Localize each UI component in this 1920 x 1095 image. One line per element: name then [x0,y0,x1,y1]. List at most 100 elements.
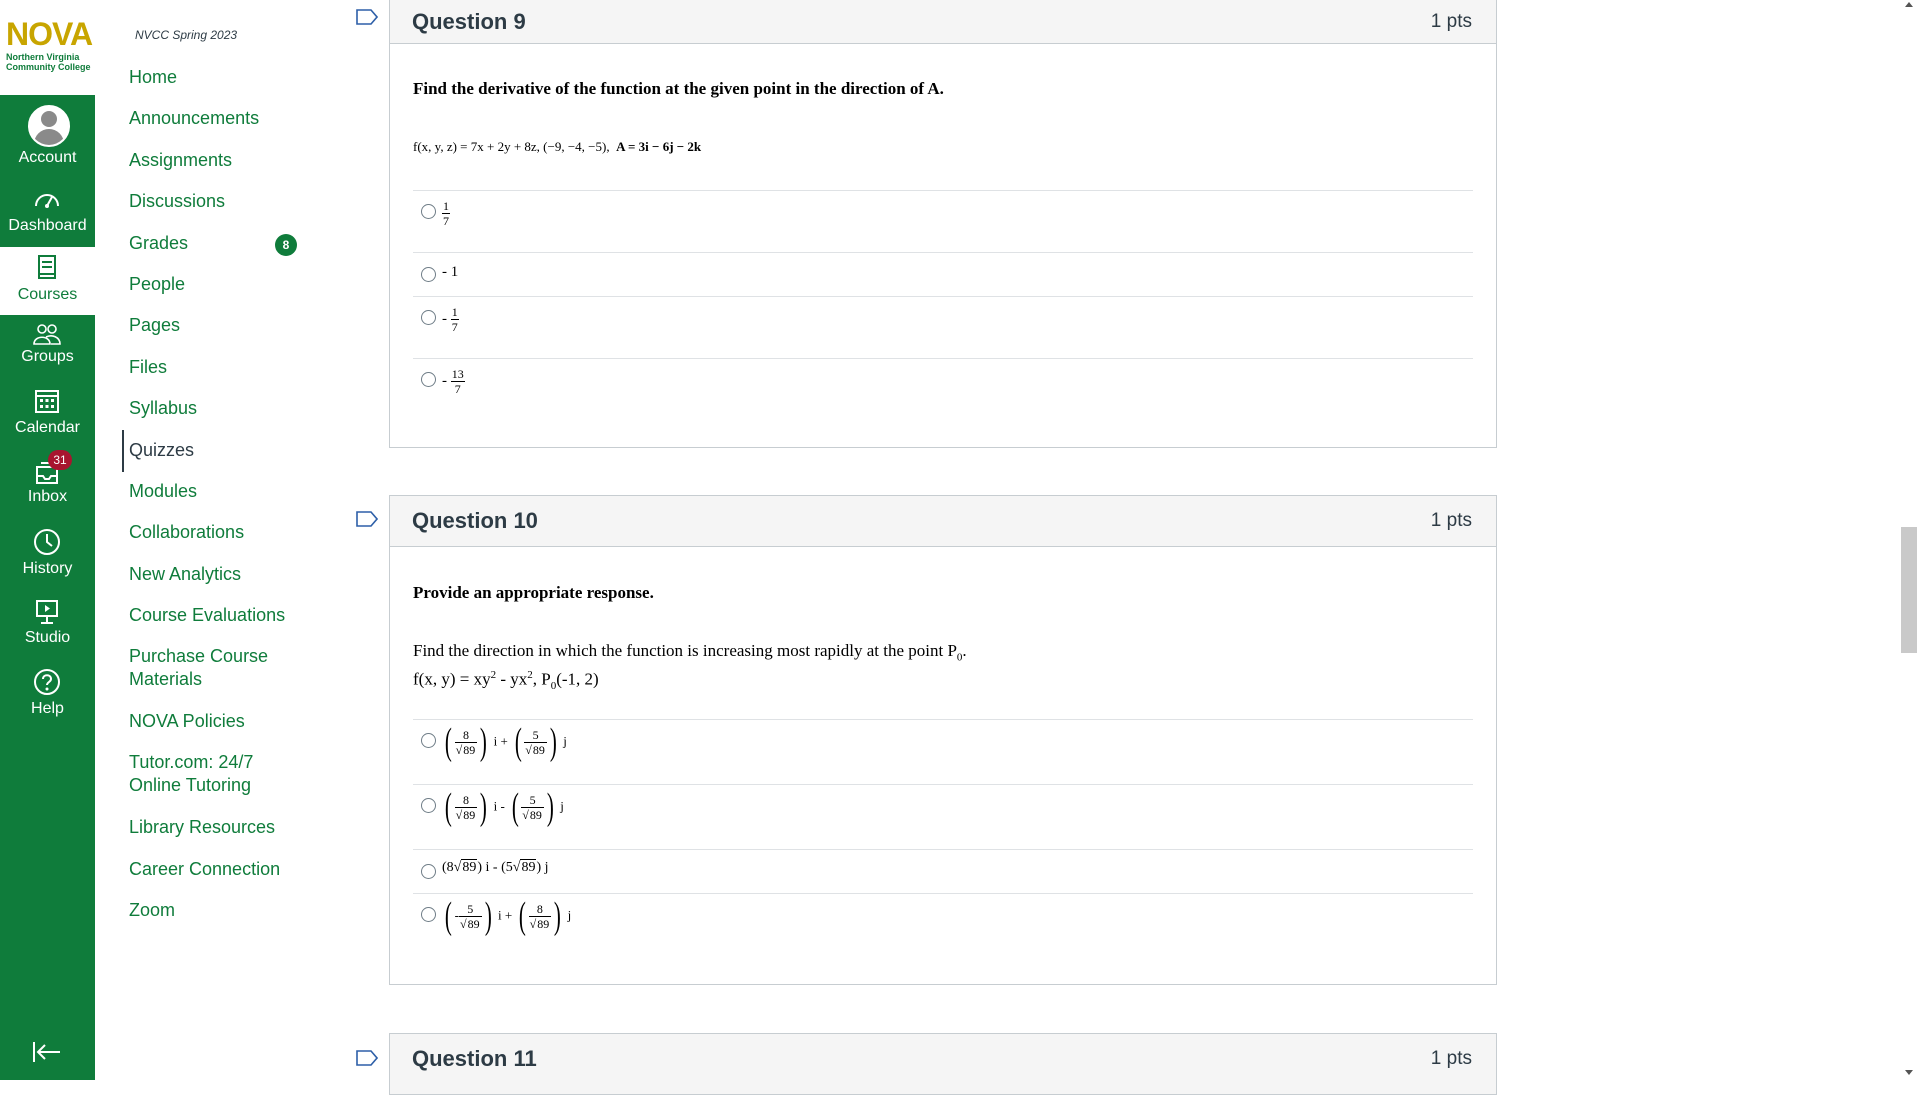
unit-vector: j [560,798,564,814]
fraction-numerator: 5 [521,793,544,808]
answer-label: (8√89) i - (5√89) j [442,859,549,875]
grades-badge: 8 [275,234,297,256]
global-nav-studio[interactable]: Studio [0,595,95,665]
course-nav-nova-policies[interactable]: NOVA Policies [129,710,245,733]
answer-sign: - [442,372,451,389]
course-nav-career-connection[interactable]: Career Connection [129,858,280,881]
answer-radio[interactable] [421,907,436,922]
course-nav-collaborations[interactable]: Collaborations [129,521,244,544]
course-nav-course-evaluations[interactable]: Course Evaluations [129,604,285,627]
stem-text: Find the direction in which the function… [413,641,957,660]
radicand: 89 [461,859,478,875]
radicand: 89 [462,806,477,822]
answer-radio[interactable] [421,204,436,219]
global-nav-calendar[interactable]: Calendar [0,386,95,456]
answer-radio[interactable] [421,733,436,748]
fraction-numerator: 13 [450,367,465,382]
answer-radio[interactable] [421,372,436,387]
scroll-up-icon[interactable] [1905,2,1913,7]
flag-question-icon[interactable] [356,1050,378,1066]
question-header: Question 9 1 pts [390,0,1496,44]
fraction-denominator: 7 [443,214,449,228]
flag-question-icon[interactable] [356,511,378,527]
course-nav-quizzes[interactable]: Quizzes [129,439,194,462]
book-icon [38,255,56,279]
answer-option[interactable]: - 17 [413,296,1473,359]
global-nav-courses[interactable]: Courses [0,247,95,315]
radicand: 89 [462,741,477,757]
unit-vector: j [544,860,549,875]
answer-sign: - [442,310,451,327]
fn-part: , P [532,669,551,689]
course-nav-purchase-course-materials[interactable]: Purchase Course Materials [129,645,279,691]
logo-subtitle: Northern Virginia Community College [6,52,91,72]
scrollbar-thumb[interactable] [1901,527,1917,653]
global-navigation: NOVA Northern Virginia Community College… [0,0,95,1080]
question-title: Question 11 [412,1046,537,1071]
global-nav-groups[interactable]: Groups [0,318,95,388]
global-nav-history[interactable]: History [0,525,95,595]
course-nav-assignments[interactable]: Assignments [129,149,232,172]
course-nav-tutor-com[interactable]: Tutor.com: 24/7 Online Tutoring [129,751,279,797]
answer-label: (8√89) i - (5√89) j [444,786,564,828]
global-nav-inbox[interactable]: Inbox [0,455,95,525]
course-nav-zoom[interactable]: Zoom [129,899,175,922]
answer-option[interactable]: (8 √89) i + (5 √89) j [413,719,1473,785]
equation-text: f(x, y, z) = 7x + 2y + 8z, (−9, −4, −5), [413,139,610,154]
fraction-numerator: 8 [454,793,478,808]
coefficient: 5 [505,860,513,875]
global-nav-label: Dashboard [8,217,87,234]
global-nav-help[interactable]: Help [0,665,95,735]
course-nav-discussions[interactable]: Discussions [129,190,225,213]
answer-radio[interactable] [421,864,436,879]
answer-option[interactable]: - 1 [413,252,1473,297]
course-nav-people[interactable]: People [129,273,185,296]
fraction-numerator: 8 [454,728,478,743]
course-nav-files[interactable]: Files [129,356,167,379]
question-9: Question 9 1 pts Find the derivative of … [389,0,1497,448]
nova-logo[interactable]: NOVA Northern Virginia Community College [0,0,95,95]
answer-option[interactable]: (8√89) i - (5√89) j [413,784,1473,850]
answer-option[interactable]: (8√89) i - (5√89) j [413,849,1473,894]
course-nav-modules[interactable]: Modules [129,480,197,503]
answer-radio[interactable] [421,798,436,813]
logo-text: NOVA [6,16,93,52]
course-nav-new-analytics[interactable]: New Analytics [129,563,241,586]
scroll-down-icon[interactable] [1905,1070,1913,1075]
answer-option[interactable]: - 13 7 [413,358,1473,421]
answer-option[interactable]: (-5 √89) i + (8 √89) j [413,893,1473,959]
course-nav-announcements[interactable]: Announcements [129,107,259,130]
course-term: NVCC Spring 2023 [135,28,238,42]
global-nav-label: Help [31,700,64,717]
question-11: Question 11 1 pts [389,1033,1497,1095]
operator: i + [493,733,508,749]
question-prompt: Find the derivative of the function at t… [413,79,944,98]
global-nav-label: Courses [17,286,78,303]
answer-radio[interactable] [421,267,436,282]
course-nav-pages[interactable]: Pages [129,314,180,337]
course-nav-library-resources[interactable]: Library Resources [129,816,275,839]
global-nav-label: Groups [21,348,74,365]
function-definition: f(x, y) = xy2 - yx2, P0(-1, 2) [413,669,599,692]
course-nav-syllabus[interactable]: Syllabus [129,397,197,420]
fraction-numerator: 5 [459,902,482,917]
stem-end: . [962,641,967,660]
answer-label: (-5 √89) i + (8 √89) j [444,895,572,937]
radicand: 89 [466,915,481,931]
radicand: 89 [531,741,546,757]
question-stem: Find the direction in which the function… [413,641,967,663]
answer-radio[interactable] [421,310,436,325]
collapse-nav-icon[interactable] [32,1040,62,1064]
operator: i - [493,798,505,814]
global-nav-label: History [22,560,73,577]
global-nav-dashboard[interactable]: Dashboard [0,182,95,252]
answer-label: - 17 [442,305,459,334]
answer-option[interactable]: 17 [413,190,1473,253]
course-nav-home[interactable]: Home [129,66,177,89]
flag-question-icon[interactable] [356,9,378,25]
question-points: 1 pts [1430,11,1472,32]
answer-label: - 13 7 [442,367,465,396]
inbox-unread-badge: 31 [48,450,72,470]
fn-part: (-1, 2) [556,669,599,689]
course-nav-grades[interactable]: Grades [129,232,188,255]
